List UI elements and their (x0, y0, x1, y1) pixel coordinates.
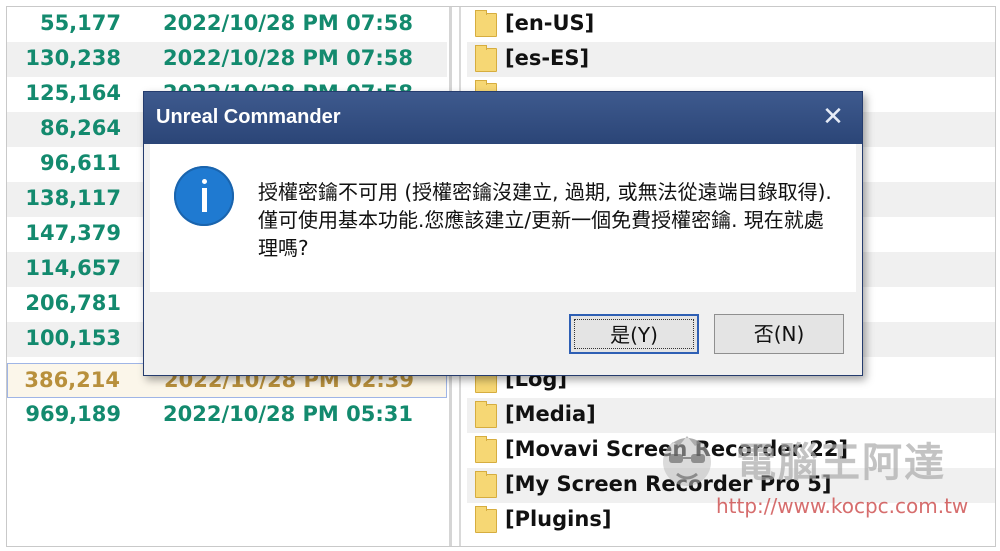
file-size: 100,153 (25, 326, 121, 350)
folder-icon (475, 45, 497, 72)
file-size: 130,238 (25, 46, 121, 70)
file-size: 386,214 (24, 368, 120, 392)
file-row[interactable]: 130,238 2022/10/28 PM 07:58 (7, 42, 447, 77)
close-icon[interactable]: ✕ (818, 102, 848, 132)
folder-row[interactable]: [Media] (467, 398, 995, 433)
file-date: 2022/10/28 PM 05:31 (163, 402, 413, 426)
file-size: 96,611 (39, 151, 121, 175)
folder-name: [es-ES] (505, 46, 590, 70)
dialog-content: 授權密鑰不可用 (授權密鑰沒建立, 過期, 或無法從遠端目錄取得). 僅可使用基… (150, 144, 856, 292)
file-size: 138,117 (25, 186, 121, 210)
file-date: 2022/10/28 PM 07:58 (163, 11, 413, 35)
watermark-face-icon (663, 436, 711, 486)
folder-row[interactable]: [es-ES] (467, 42, 995, 77)
watermark-url: http://www.kocpc.com.tw (716, 494, 969, 518)
folder-icon (475, 10, 497, 37)
folder-row[interactable]: [en-US] (467, 7, 995, 42)
yes-button[interactable]: 是(Y) (569, 314, 699, 354)
file-row[interactable]: 55,177 2022/10/28 PM 07:58 (7, 7, 447, 42)
no-button[interactable]: 否(N) (714, 314, 844, 354)
file-size: 206,781 (25, 291, 121, 315)
file-row[interactable]: 969,189 2022/10/28 PM 05:31 (7, 398, 447, 433)
watermark-text: 電腦王阿達 (736, 440, 946, 486)
file-size: 969,189 (25, 402, 121, 426)
folder-name: [Media] (505, 402, 596, 426)
file-size: 55,177 (39, 11, 121, 35)
folder-icon (475, 506, 497, 533)
file-size: 147,379 (25, 221, 121, 245)
file-size: 114,657 (25, 256, 121, 280)
dialog-titlebar[interactable]: Unreal Commander ✕ (144, 92, 862, 144)
folder-name: [en-US] (505, 11, 595, 35)
file-date: 2022/10/28 PM 07:58 (163, 46, 413, 70)
folder-icon (475, 471, 497, 498)
dialog-title: Unreal Commander (156, 106, 341, 128)
info-icon (174, 166, 234, 226)
folder-icon (475, 401, 497, 428)
dialog-message: 授權密鑰不可用 (授權密鑰沒建立, 過期, 或無法從遠端目錄取得). 僅可使用基… (258, 180, 832, 260)
file-size: 125,164 (25, 81, 121, 105)
folder-name: [Plugins] (505, 507, 612, 531)
license-dialog: Unreal Commander ✕ 授權密鑰不可用 (授權密鑰沒建立, 過期,… (143, 91, 863, 376)
file-size: 86,264 (39, 116, 121, 140)
folder-icon (475, 436, 497, 463)
